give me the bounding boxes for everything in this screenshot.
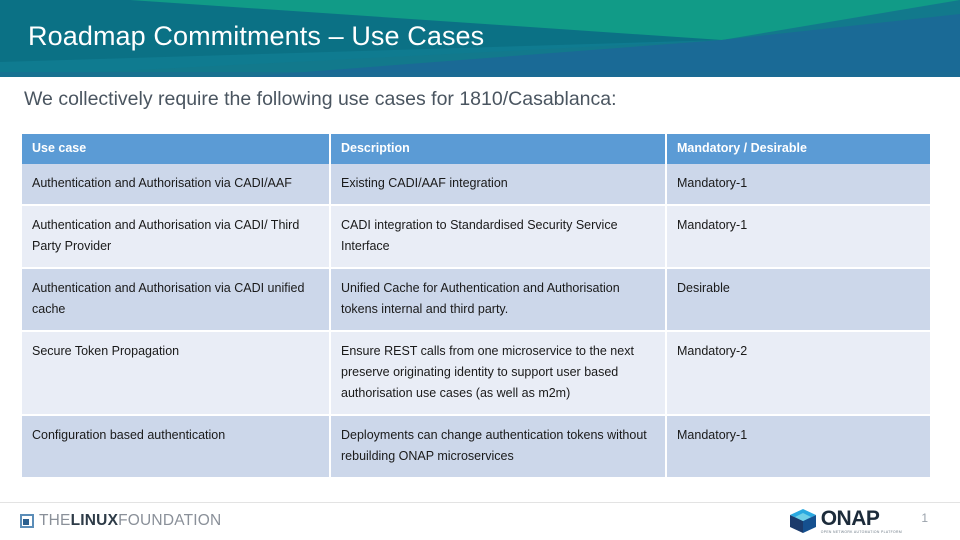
cell-priority: Mandatory-1 [666,164,930,206]
slide-header-band: Roadmap Commitments – Use Cases [0,0,960,77]
use-cases-table: Use case Description Mandatory / Desirab… [22,134,930,479]
page-title: Roadmap Commitments – Use Cases [28,21,485,51]
onap-wordmark: ONAP OPEN NETWORK AUTOMATION PLATFORM [821,508,902,534]
table-header-row: Use case Description Mandatory / Desirab… [22,134,930,164]
table-row: Configuration based authentication Deplo… [22,415,930,479]
cell-priority: Mandatory-2 [666,331,930,416]
lf-word-linux: LINUX [70,512,119,529]
lf-word-the: THE [39,512,71,529]
onap-tagline: OPEN NETWORK AUTOMATION PLATFORM [820,530,902,534]
lf-word-foundation: FOUNDATION [118,512,222,529]
onap-cube-icon [789,509,816,534]
table-row: Authentication and Authorisation via CAD… [22,164,930,206]
footer-divider [0,502,960,503]
linux-foundation-mark-icon [20,513,34,528]
cell-priority: Mandatory-1 [666,415,930,479]
cell-use-case: Authentication and Authorisation via CAD… [22,205,331,269]
cell-description: Deployments can change authentication to… [330,415,667,479]
cell-description: Unified Cache for Authentication and Aut… [330,268,667,332]
cell-use-case: Authentication and Authorisation via CAD… [22,164,331,206]
cell-use-case: Secure Token Propagation [22,331,331,416]
cell-use-case: Configuration based authentication [22,415,331,479]
cell-priority: Mandatory-1 [666,205,930,269]
slide-footer: THELINUXFOUNDATION ONAP OPEN NETWORK AUT… [0,502,960,540]
page-number: 1 [921,511,928,525]
cell-priority: Desirable [666,268,930,332]
onap-logo: ONAP OPEN NETWORK AUTOMATION PLATFORM [789,508,902,534]
column-header-description: Description [330,134,667,164]
column-header-priority: Mandatory / Desirable [666,134,930,164]
cell-use-case: Authentication and Authorisation via CAD… [22,268,331,332]
subtitle-text: We collectively require the following us… [24,88,617,110]
slide: Roadmap Commitments – Use Cases We colle… [0,0,960,540]
table-row: Authentication and Authorisation via CAD… [22,268,930,332]
cell-description: Existing CADI/AAF integration [330,164,667,206]
table-row: Authentication and Authorisation via CAD… [22,205,930,269]
onap-word-text: ONAP [820,507,880,530]
column-header-use-case: Use case [22,134,331,164]
linux-foundation-logo: THELINUXFOUNDATION [20,513,221,529]
table-row: Secure Token Propagation Ensure REST cal… [22,331,930,416]
linux-foundation-wordmark: THELINUXFOUNDATION [39,513,221,529]
cell-description: CADI integration to Standardised Securit… [330,205,667,269]
cell-description: Ensure REST calls from one microservice … [330,331,667,416]
